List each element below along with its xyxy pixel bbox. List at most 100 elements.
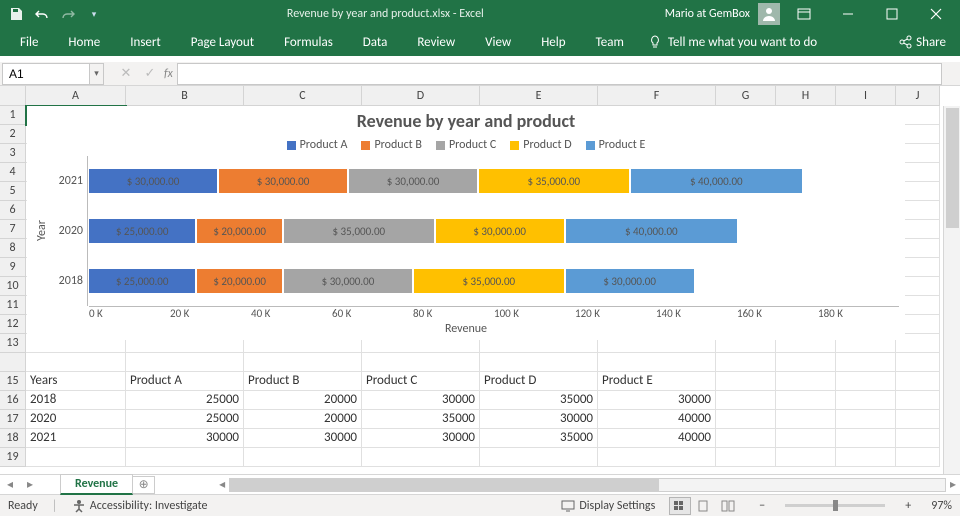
row-header[interactable]: 6: [0, 201, 26, 220]
accessibility-status[interactable]: Accessibility: Investigate: [72, 499, 208, 513]
cell[interactable]: 40000: [598, 410, 716, 429]
cell[interactable]: [836, 410, 896, 429]
row-header[interactable]: 10: [0, 277, 26, 296]
cell[interactable]: [362, 448, 480, 467]
tab-help[interactable]: Help: [529, 31, 577, 54]
name-box[interactable]: [2, 63, 90, 85]
cell[interactable]: 30000: [362, 391, 480, 410]
column-header[interactable]: H: [776, 86, 836, 106]
cell[interactable]: Product C: [362, 372, 480, 391]
user-name[interactable]: Mario at GemBox: [665, 7, 750, 21]
cell[interactable]: [836, 429, 896, 448]
page-layout-view-button[interactable]: [693, 497, 715, 515]
row-header[interactable]: 17: [0, 410, 26, 429]
row-header[interactable]: 19: [0, 448, 26, 467]
close-button[interactable]: [916, 0, 956, 28]
cell[interactable]: [776, 372, 836, 391]
cell[interactable]: [716, 448, 776, 467]
qat-customize-icon[interactable]: ▾: [82, 2, 106, 26]
undo-button[interactable]: [30, 2, 54, 26]
cell[interactable]: [836, 353, 896, 372]
row-header[interactable]: 3: [0, 144, 26, 163]
row-header[interactable]: 5: [0, 182, 26, 201]
cell[interactable]: [598, 448, 716, 467]
cell[interactable]: [716, 391, 776, 410]
column-header[interactable]: E: [480, 86, 598, 106]
tab-review[interactable]: Review: [405, 31, 467, 54]
row-header[interactable]: 7: [0, 220, 26, 239]
cell[interactable]: 35000: [480, 391, 598, 410]
tab-team[interactable]: Team: [584, 31, 636, 54]
row-header[interactable]: 16: [0, 391, 26, 410]
select-all-corner[interactable]: [0, 86, 26, 106]
tab-formulas[interactable]: Formulas: [272, 31, 345, 54]
new-sheet-button[interactable]: ⊕: [133, 476, 155, 494]
cell[interactable]: 25000: [126, 391, 244, 410]
sheet-tab-revenue[interactable]: Revenue: [60, 474, 133, 495]
normal-view-button[interactable]: [669, 497, 691, 515]
column-header[interactable]: I: [836, 86, 896, 106]
tell-me-search[interactable]: Tell me what you want to do: [648, 35, 817, 50]
cell[interactable]: [836, 391, 896, 410]
tab-data[interactable]: Data: [351, 31, 400, 54]
name-box-input[interactable]: [3, 67, 89, 81]
cell[interactable]: [836, 448, 896, 467]
cell[interactable]: [896, 410, 940, 429]
cell[interactable]: 30000: [244, 429, 362, 448]
row-header[interactable]: 13: [0, 334, 26, 353]
cell[interactable]: Product B: [244, 372, 362, 391]
cell[interactable]: [776, 391, 836, 410]
row-header[interactable]: 9: [0, 258, 26, 277]
zoom-out-button[interactable]: −: [753, 499, 771, 513]
cell[interactable]: [776, 448, 836, 467]
cell[interactable]: 20000: [244, 391, 362, 410]
cell[interactable]: Product D: [480, 372, 598, 391]
cell[interactable]: [716, 429, 776, 448]
cell[interactable]: 35000: [362, 410, 480, 429]
cell[interactable]: [896, 448, 940, 467]
zoom-level[interactable]: 97%: [931, 499, 952, 513]
column-header[interactable]: B: [126, 86, 244, 106]
cell[interactable]: [896, 429, 940, 448]
cell[interactable]: [716, 372, 776, 391]
row-header[interactable]: [0, 353, 26, 372]
share-button[interactable]: Share: [898, 35, 952, 50]
cell[interactable]: 2020: [26, 410, 126, 429]
maximize-button[interactable]: [872, 0, 912, 28]
tab-home[interactable]: Home: [56, 31, 112, 54]
tab-page-layout[interactable]: Page Layout: [179, 31, 266, 54]
cell[interactable]: [836, 372, 896, 391]
cell[interactable]: 30000: [598, 391, 716, 410]
cancel-formula-button[interactable]: ✕: [116, 64, 136, 84]
page-break-view-button[interactable]: [717, 497, 739, 515]
cell[interactable]: [776, 353, 836, 372]
cell[interactable]: [716, 410, 776, 429]
vertical-scrollbar[interactable]: [943, 106, 960, 474]
tab-insert[interactable]: Insert: [118, 31, 173, 54]
column-header[interactable]: G: [716, 86, 776, 106]
row-header[interactable]: 15: [0, 372, 26, 391]
cell[interactable]: 20000: [244, 410, 362, 429]
minimize-button[interactable]: [828, 0, 868, 28]
cell[interactable]: [244, 353, 362, 372]
horizontal-scrollbar[interactable]: ◂ ▸: [215, 477, 960, 493]
embedded-chart[interactable]: Revenue by year and product Product APro…: [27, 106, 905, 340]
cell[interactable]: 30000: [480, 410, 598, 429]
sheet-nav-next[interactable]: ▸: [20, 477, 40, 492]
enter-formula-button[interactable]: ✓: [140, 64, 160, 84]
cell[interactable]: [776, 410, 836, 429]
tab-view[interactable]: View: [473, 31, 523, 54]
column-header[interactable]: C: [244, 86, 362, 106]
cell[interactable]: 30000: [362, 429, 480, 448]
cell[interactable]: [776, 429, 836, 448]
fx-icon[interactable]: fx: [164, 67, 173, 81]
cell[interactable]: Years: [26, 372, 126, 391]
cell[interactable]: [126, 353, 244, 372]
cell[interactable]: [126, 448, 244, 467]
cell[interactable]: Product E: [598, 372, 716, 391]
cell[interactable]: 2018: [26, 391, 126, 410]
cell[interactable]: [362, 353, 480, 372]
cell[interactable]: [480, 448, 598, 467]
zoom-in-button[interactable]: +: [899, 499, 917, 513]
row-header[interactable]: 12: [0, 315, 26, 334]
